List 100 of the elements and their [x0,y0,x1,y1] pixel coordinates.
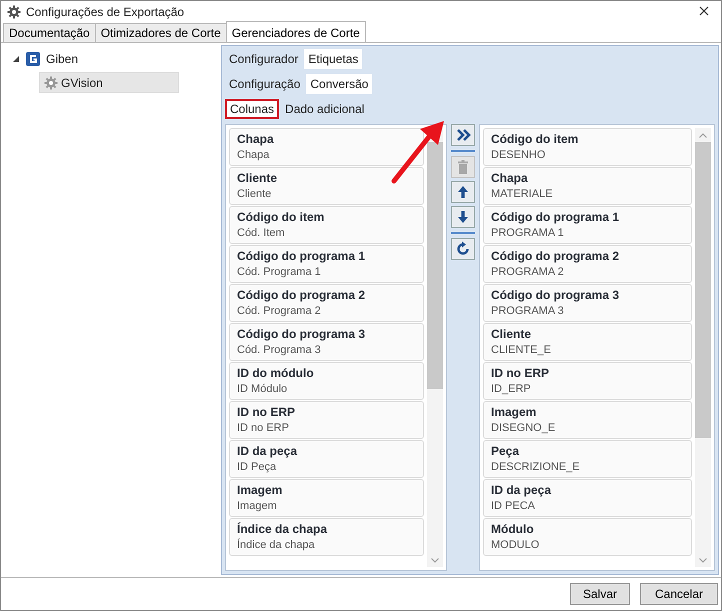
item-value: Imagem [237,499,278,514]
list-item[interactable]: Chapa MATERIALE [483,167,692,205]
item-value: PROGRAMA 3 [491,304,565,319]
item-value: Cliente [237,187,272,202]
item-value: PROGRAMA 2 [491,265,565,280]
tab[interactable]: Configuração [225,74,304,94]
item-title: ID no ERP [491,365,550,382]
item-title: Código do programa 1 [237,248,366,265]
tab[interactable]: Gerenciadores de Corte [226,21,366,42]
arrow-annotation [390,119,446,185]
list-item[interactable]: Código do programa 1 PROGRAMA 1 [483,206,692,244]
chevron-up-icon[interactable] [699,132,707,138]
tab[interactable]: Conversão [306,74,372,94]
tree-item[interactable]: GVision [39,72,179,93]
save-button[interactable]: Salvar [570,583,630,605]
cancel-button[interactable]: Cancelar [640,583,718,605]
list-item[interactable]: Cliente CLIENTE_E [483,323,692,361]
item-title: Cliente [237,170,278,187]
item-title: Código do programa 3 [237,326,366,343]
item-title: Código do item [491,131,580,148]
list-item[interactable]: ID no ERP ID no ERP [229,401,424,439]
arrow-down-icon [455,209,471,225]
list-item[interactable]: Código do item Cód. Item [229,206,424,244]
item-title: Cliente [491,326,532,343]
item-title: ID do módulo [237,365,315,382]
gear-icon [44,76,58,90]
gear-icon [7,4,21,18]
item-title: ID da peça [237,443,298,460]
item-title: Código do programa 2 [237,287,366,304]
item-value: ID Peça [237,460,278,475]
item-value: Cód. Item [237,226,286,241]
list-item[interactable]: ID da peça ID Peça [229,440,424,478]
list-item[interactable]: Código do programa 2 Cód. Programa 2 [229,284,424,322]
tab[interactable]: Configurador [225,49,302,69]
item-title: Código do item [237,209,326,226]
tree-item-label: GVision [61,76,103,90]
item-value: MODULO [491,538,540,553]
list-item[interactable]: Código do programa 3 PROGRAMA 3 [483,284,692,322]
tab[interactable]: Dado adicional [281,99,368,119]
item-title: Chapa [491,170,529,187]
item-title: ID no ERP [237,404,296,421]
list-item[interactable]: Imagem Imagem [229,479,424,517]
chevron-down-icon[interactable] [699,558,707,562]
tab[interactable]: Etiquetas [304,49,362,69]
up-button[interactable] [451,181,475,203]
list-item[interactable]: Imagem DISEGNO_E [483,401,692,439]
item-value: Cód. Programa 1 [237,265,322,280]
item-value: ID no ERP [237,421,290,436]
list-item[interactable]: Código do programa 3 Cód. Programa 3 [229,323,424,361]
item-value: DISEGNO_E [491,421,556,436]
scrollbar[interactable] [427,128,443,567]
chevron-down-icon[interactable] [431,558,439,562]
item-title: Imagem [491,404,538,421]
item-value: ID_ERP [491,382,532,397]
item-title: Módulo [491,521,535,538]
item-value: Chapa [237,148,270,163]
trash-icon [455,159,471,175]
add-button[interactable] [451,124,475,146]
item-value: ID PECA [491,499,536,514]
item-title: Código do programa 3 [491,287,620,304]
tab[interactable]: Otimizadores de Corte [94,23,227,42]
item-value: Índice da chapa [237,538,316,553]
list-item[interactable]: Chapa Chapa [229,128,424,166]
scrollbar[interactable] [695,128,711,567]
arrow-up-icon [455,184,471,200]
item-title: Código do programa 1 [491,209,620,226]
list-item[interactable]: ID do módulo ID Módulo [229,362,424,400]
list-item[interactable]: ID da peça ID PECA [483,479,692,517]
item-value: Cód. Programa 3 [237,343,322,358]
tab[interactable]: Colunas [225,99,280,119]
tab[interactable]: Documentação [3,23,96,42]
item-value: ID Módulo [237,382,288,397]
item-title: Índice da chapa [237,521,328,538]
item-value: DESCRIZIONE_E [491,460,581,475]
item-title: Chapa [237,131,275,148]
expand-toggle-icon[interactable] [12,55,20,63]
item-value: MATERIALE [491,187,554,202]
tree-item[interactable]: Giben [43,50,82,68]
window-title: Configurações de Exportação [26,4,186,18]
list-item[interactable]: Código do programa 2 PROGRAMA 2 [483,245,692,283]
item-value: CLIENTE_E [491,343,552,358]
down-button[interactable] [451,206,475,228]
list-item[interactable]: Índice da chapa Índice da chapa [229,518,424,556]
close-icon [699,6,709,16]
reset-button[interactable] [451,238,475,260]
list-item[interactable]: Cliente Cliente [229,167,424,205]
list-item[interactable]: Código do programa 1 Cód. Programa 1 [229,245,424,283]
double-chevron-icon [455,127,471,143]
list-item[interactable]: Módulo MODULO [483,518,692,556]
item-title: ID da peça [491,482,552,499]
logo-icon [26,52,40,66]
item-value: Cód. Programa 2 [237,304,322,319]
item-value: DESENHO [491,148,546,163]
item-value: PROGRAMA 1 [491,226,565,241]
item-title: Peça [491,443,520,460]
refresh-icon [455,241,471,257]
item-title: Imagem [237,482,284,499]
list-item[interactable]: Código do item DESENHO [483,128,692,166]
list-item[interactable]: Peça DESCRIZIONE_E [483,440,692,478]
list-item[interactable]: ID no ERP ID_ERP [483,362,692,400]
